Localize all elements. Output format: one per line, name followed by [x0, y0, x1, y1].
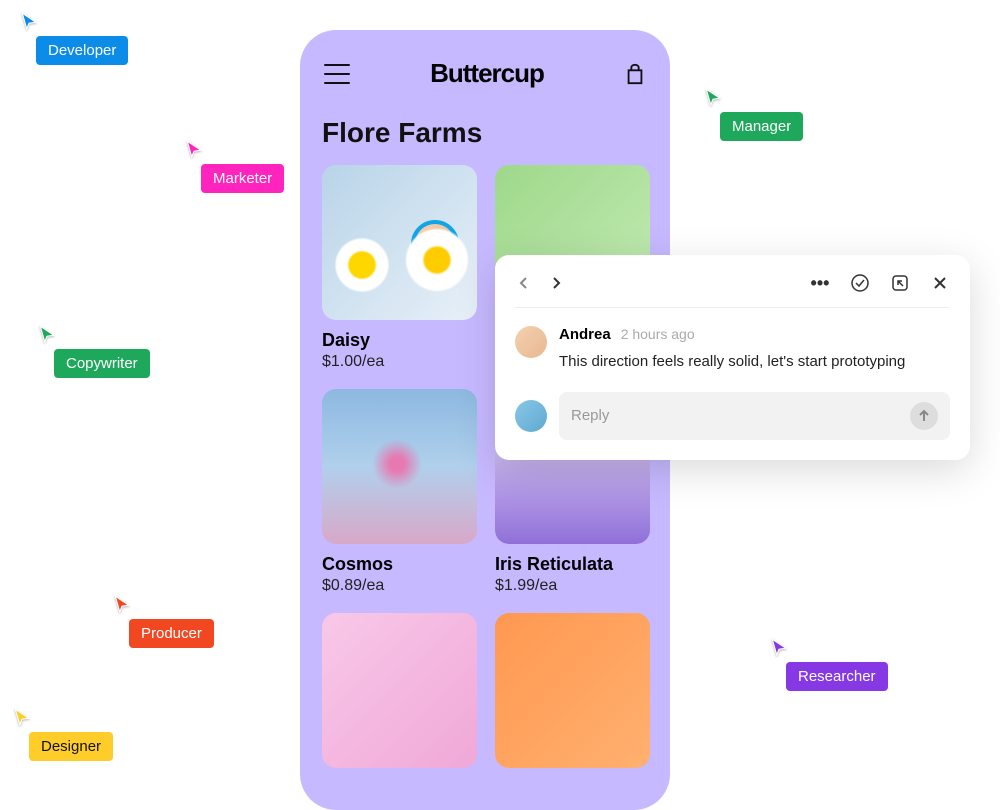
cursor-icon [770, 638, 788, 656]
section-title: Flore Farms [322, 117, 648, 149]
phone-header: Buttercup [322, 52, 648, 89]
prev-comment-icon[interactable] [515, 275, 531, 291]
role-tag-researcher: Researcher [786, 662, 888, 691]
comment-actions: ••• [810, 273, 950, 293]
menu-icon[interactable] [324, 64, 350, 84]
commenter-avatar [515, 326, 547, 358]
role-tag-developer: Developer [36, 36, 128, 65]
comment-header: ••• [515, 273, 950, 308]
product-card-daisy[interactable]: Daisy $1.00/ea [322, 165, 477, 371]
comment-text: This direction feels really solid, let's… [559, 351, 950, 374]
cursor-icon [38, 325, 56, 343]
cursor-marketer: Marketer [185, 140, 284, 193]
role-tag-designer: Designer [29, 732, 113, 761]
shopping-bag-icon[interactable] [624, 62, 646, 86]
reply-input-container[interactable] [559, 392, 950, 440]
cursor-researcher: Researcher [770, 638, 888, 691]
role-tag-producer: Producer [129, 619, 214, 648]
product-card-cosmos[interactable]: Cosmos $0.89/ea [322, 389, 477, 595]
product-image [322, 165, 477, 320]
product-name: Iris Reticulata [495, 554, 650, 575]
product-price: $1.99/ea [495, 577, 650, 595]
product-card-5[interactable] [322, 613, 477, 778]
product-name: Cosmos [322, 554, 477, 575]
avatar-icon [415, 224, 455, 264]
cursor-icon [113, 595, 131, 613]
next-comment-icon[interactable] [549, 275, 565, 291]
comment-timestamp: 2 hours ago [621, 326, 695, 342]
reply-row [515, 392, 950, 440]
cursor-manager: Manager [704, 88, 803, 141]
product-image [322, 613, 477, 768]
cursor-developer: Developer [20, 12, 128, 65]
role-tag-marketer: Marketer [201, 164, 284, 193]
comment-body: Andrea 2 hours ago This direction feels … [515, 326, 950, 374]
cursor-copywriter: Copywriter [38, 325, 150, 378]
cursor-designer: Designer [13, 708, 113, 761]
reply-input[interactable] [571, 407, 910, 424]
cursor-icon [185, 140, 203, 158]
resolve-icon[interactable] [850, 273, 870, 293]
commenter-name: Andrea [559, 326, 611, 343]
cursor-producer: Producer [113, 595, 214, 648]
product-card-6[interactable] [495, 613, 650, 778]
product-image [495, 613, 650, 768]
cursor-icon [13, 708, 31, 726]
brand-title: Buttercup [430, 58, 544, 89]
close-icon[interactable] [930, 273, 950, 293]
cursor-icon [704, 88, 722, 106]
send-reply-button[interactable] [910, 402, 938, 430]
dock-icon[interactable] [890, 273, 910, 293]
product-price: $1.00/ea [322, 353, 477, 371]
role-tag-copywriter: Copywriter [54, 349, 150, 378]
product-name: Daisy [322, 330, 477, 351]
comment-panel: ••• Andrea 2 hours ago This direction fe… [495, 255, 970, 460]
cursor-icon [20, 12, 38, 30]
product-price: $0.89/ea [322, 577, 477, 595]
comment-pin-avatar[interactable] [411, 220, 459, 268]
more-icon[interactable]: ••• [810, 273, 830, 293]
product-image [322, 389, 477, 544]
comment-nav [515, 275, 565, 291]
current-user-avatar [515, 400, 547, 432]
role-tag-manager: Manager [720, 112, 803, 141]
